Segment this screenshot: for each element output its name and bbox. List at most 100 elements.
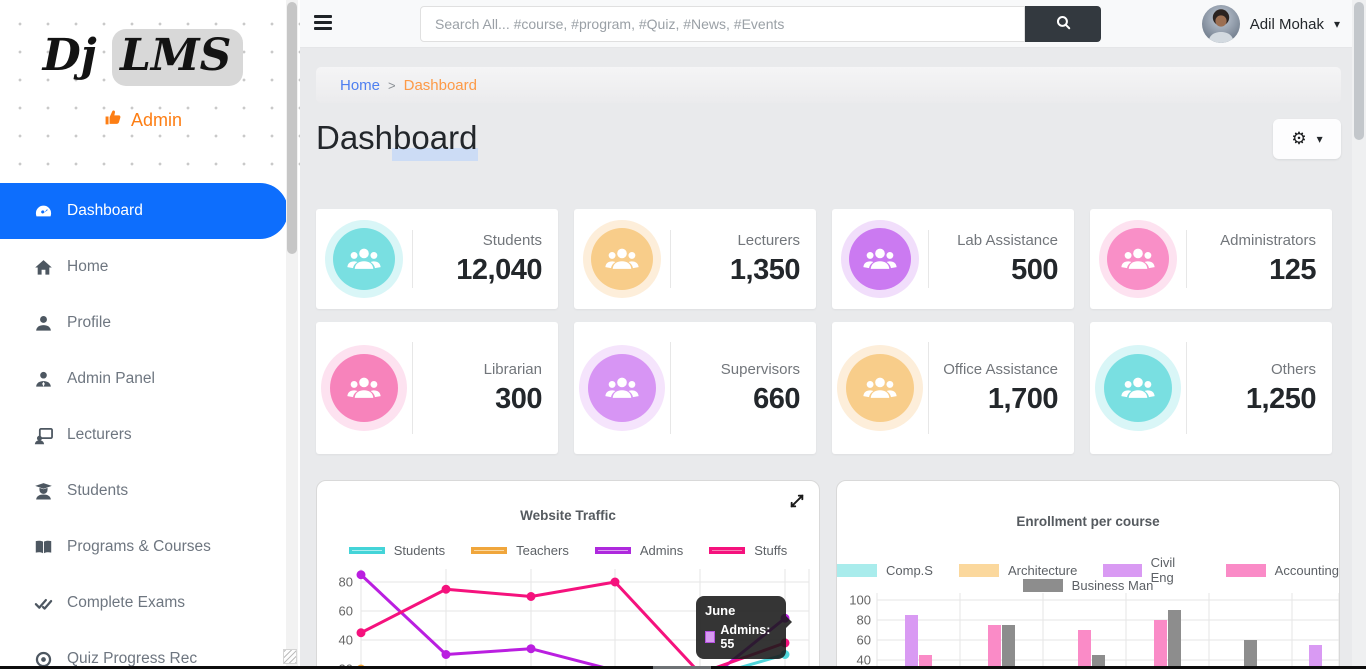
chart-legend: Business Man [837,578,1339,593]
page-content: Home > Dashboard Dashboard ⚙ ▾ Students1… [300,48,1352,669]
sidebar-item-home[interactable]: Home [0,239,300,295]
users-group-icon [1120,241,1156,277]
stat-value: 125 [1269,254,1316,287]
hamburger-menu-icon[interactable] [314,15,332,34]
stat-label: Others [1271,360,1316,380]
chart-tooltip: June Admins: 55 [696,596,786,659]
book-open-icon [34,538,53,557]
sidebar-resize-grip[interactable] [283,649,297,664]
svg-text:60: 60 [857,633,871,648]
sidebar-scrollbar[interactable] [286,0,298,669]
stat-cards-row-2: Librarian 300 Supervisors 660 Office Assista… [316,322,1341,454]
sidebar-nav: DashboardHomeProfileAdmin PanelLecturers… [0,183,300,669]
stat-label: Administrators [1220,231,1316,251]
users-group-icon [346,241,382,277]
sidebar-item-programs-courses[interactable]: Programs & Courses [0,519,300,575]
users-group-icon [862,241,898,277]
stat-value: 660 [753,383,800,416]
svg-text:80: 80 [857,613,871,628]
role-label: Admin [131,110,182,131]
enrollment-chart-card: 100806040 Enrollment per course Comp.SAr… [836,480,1340,669]
stat-card-office-assistance: Office Assistance 1,700 [832,322,1074,454]
legend-item-stuffs[interactable]: Stuffs [709,543,787,558]
legend-item-accounting[interactable]: Accounting [1226,563,1339,578]
sidebar-item-profile[interactable]: Profile [0,295,300,351]
stat-label: Supervisors [721,360,800,380]
user-name: Adil Mohak [1250,16,1324,33]
page-scrollbar[interactable] [1352,0,1366,669]
legend-item-teachers[interactable]: Teachers [471,543,569,558]
sidebar: Dj LMS Admin DashboardHomeProfileAdmin P… [0,0,300,669]
svg-text:80: 80 [339,575,353,590]
stat-card-administrators: Administrators 125 [1090,209,1332,309]
page-scrollbar-thumb[interactable] [1354,2,1364,140]
search-icon [1055,14,1072,34]
svg-text:40: 40 [339,633,353,648]
stat-label: Librarian [484,360,542,380]
thumbs-up-icon [104,108,123,132]
sidebar-header: Dj LMS Admin [0,0,300,183]
legend-item-comp-s[interactable]: Comp.S [837,563,933,578]
chalkboard-user-icon [34,426,53,445]
chevron-down-icon: ▾ [1317,132,1323,146]
role-row: Admin [0,108,286,132]
stat-cards-row-1: Students12,040 Lecturers 1,350 Lab Assistan… [316,209,1341,309]
check-double-icon [34,594,53,613]
sidebar-item-students[interactable]: Students [0,463,300,519]
topbar: Adil Mohak ▾ [300,0,1366,48]
app-logo[interactable]: Dj LMS [0,30,286,81]
stat-card-librarian: Librarian 300 [316,322,558,454]
home-icon [34,258,53,277]
gear-icon: ⚙ [1291,129,1306,149]
legend-item-business-man[interactable]: Business Man [1023,578,1154,593]
stat-card-lab-assistance: Lab Assistance 500 [832,209,1074,309]
charts-row: 80604020 Website Traffic StudentsTeacher… [316,480,1341,669]
breadcrumb-separator: > [388,78,396,93]
main-area: Adil Mohak ▾ Home > Dashboard Dashboard … [300,0,1366,669]
stat-label: Office Assistance [943,360,1058,380]
legend-item-architecture[interactable]: Architecture [959,563,1077,578]
stat-label: Lecturers [737,231,800,251]
user-menu[interactable]: Adil Mohak ▾ [1202,5,1340,43]
page-title: Dashboard [316,119,477,157]
avatar [1202,5,1240,43]
stat-label: Students [483,231,542,251]
stat-label: Lab Assistance [957,231,1058,251]
user-graduate-icon [34,482,53,501]
stat-card-supervisors: Supervisors 660 [574,322,816,454]
sidebar-item-admin-panel[interactable]: Admin Panel [0,351,300,407]
search-input[interactable] [420,6,1025,42]
stat-value: 1,350 [730,254,800,287]
chart-title: Website Traffic [317,508,819,523]
user-icon [34,314,53,333]
stat-card-others: Others 1,250 [1090,322,1332,454]
breadcrumb-current: Dashboard [404,77,477,94]
stat-value: 1,700 [988,383,1058,416]
expand-icon[interactable] [787,491,807,511]
stat-value: 1,250 [1246,383,1316,416]
sidebar-scrollbar-thumb[interactable] [287,2,297,254]
sidebar-item-lecturers[interactable]: Lecturers [0,407,300,463]
sidebar-item-quiz-progress-rec[interactable]: Quiz Progress Rec [0,631,300,669]
users-group-icon [1120,370,1156,406]
chart-legend: Students Teachers Admins Stuffs [317,543,819,558]
sidebar-item-complete-exams[interactable]: Complete Exams [0,575,300,631]
chart-title: Enrollment per course [837,514,1339,529]
legend-item-students[interactable]: Students [349,543,445,558]
stat-value: 500 [1011,254,1058,287]
breadcrumb-home-link[interactable]: Home [340,77,380,94]
sidebar-item-dashboard[interactable]: Dashboard [0,183,288,239]
gauge-icon [34,202,53,221]
settings-button[interactable]: ⚙ ▾ [1273,119,1341,159]
breadcrumb: Home > Dashboard [316,67,1341,103]
website-traffic-chart-card: 80604020 Website Traffic StudentsTeacher… [316,480,820,669]
stat-card-lecturers: Lecturers 1,350 [574,209,816,309]
stat-card-students: Students12,040 [316,209,558,309]
users-group-icon [862,370,898,406]
title-row: Dashboard ⚙ ▾ [316,119,1341,165]
tooltip-swatch [705,631,715,643]
legend-item-admins[interactable]: Admins [595,543,683,558]
stat-value: 300 [495,383,542,416]
user-tie-icon [34,370,53,389]
search-button[interactable] [1025,6,1101,42]
